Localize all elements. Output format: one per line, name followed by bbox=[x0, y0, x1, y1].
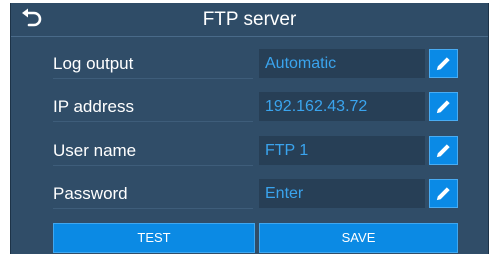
ip-address-label: IP address bbox=[53, 93, 253, 122]
ftp-server-screen: FTP server Log output Automatic IP addre… bbox=[10, 3, 489, 254]
log-output-label: Log output bbox=[53, 50, 253, 79]
title-bar: FTP server bbox=[11, 3, 488, 37]
user-name-label: User name bbox=[53, 137, 253, 166]
edit-password-button[interactable] bbox=[429, 179, 458, 208]
save-button[interactable]: SAVE bbox=[259, 223, 458, 253]
edit-user-name-button[interactable] bbox=[429, 136, 458, 165]
log-output-field[interactable]: Automatic bbox=[259, 49, 425, 78]
edit-ip-address-button[interactable] bbox=[429, 92, 458, 121]
pencil-icon bbox=[436, 100, 450, 114]
ip-address-field[interactable]: 192.162.43.72 bbox=[259, 92, 425, 121]
edit-log-output-button[interactable] bbox=[429, 49, 458, 78]
test-button[interactable]: TEST bbox=[53, 223, 255, 253]
page-title: FTP server bbox=[202, 9, 297, 30]
password-field[interactable]: Enter bbox=[259, 179, 425, 208]
pencil-icon bbox=[436, 144, 450, 158]
password-label: Password bbox=[53, 180, 253, 209]
user-name-field[interactable]: FTP 1 bbox=[259, 136, 425, 165]
pencil-icon bbox=[436, 57, 450, 71]
pencil-icon bbox=[436, 187, 450, 201]
